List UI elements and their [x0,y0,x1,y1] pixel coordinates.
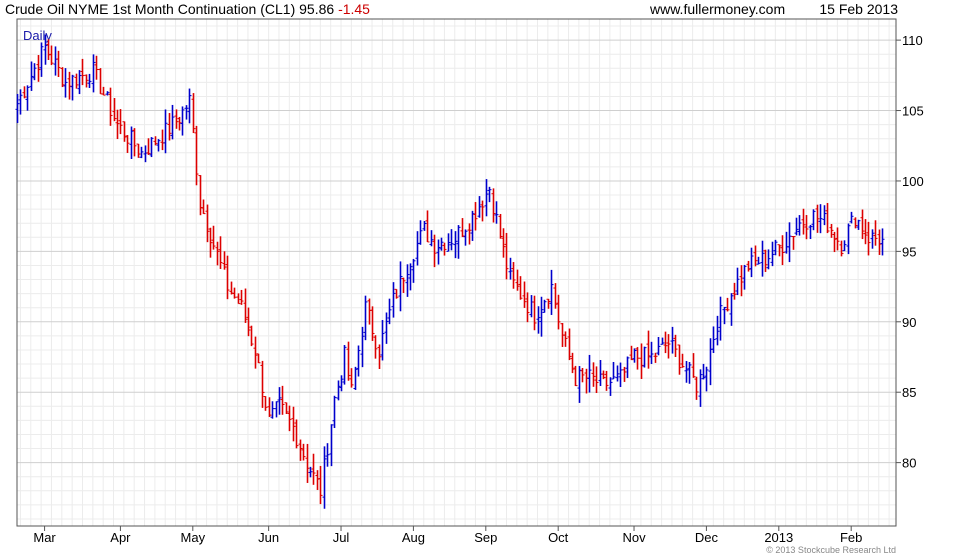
x-tick-label: Apr [110,530,131,545]
plot-area [17,19,896,526]
y-tick-label: 100 [902,174,924,189]
x-tick-label: Aug [402,530,425,545]
x-tick-label: Feb [840,530,862,545]
y-tick-label: 105 [902,104,924,119]
x-tick-label: 2013 [764,530,793,545]
x-tick-label: Jul [333,530,350,545]
x-tick-label: Oct [548,530,569,545]
x-tick-label: May [181,530,206,545]
y-tick-label: 80 [902,456,916,471]
x-tick-label: Sep [474,530,497,545]
x-tick-label: Jun [258,530,279,545]
price-chart: 80 85 90 95 100 105 110 Mar Apr May Jun Jul Aug Sep Oc… [15,18,924,545]
y-tick-label: 90 [902,315,916,330]
x-tick-label: Nov [622,530,646,545]
copyright-footer: © 2013 Stockcube Research Ltd [766,545,896,555]
y-tick-label: 95 [902,244,916,259]
y-tick-label: 110 [902,33,923,48]
x-tick-label: Dec [695,530,719,545]
x-tick-label: Mar [33,530,56,545]
y-tick-label: 85 [902,385,916,400]
